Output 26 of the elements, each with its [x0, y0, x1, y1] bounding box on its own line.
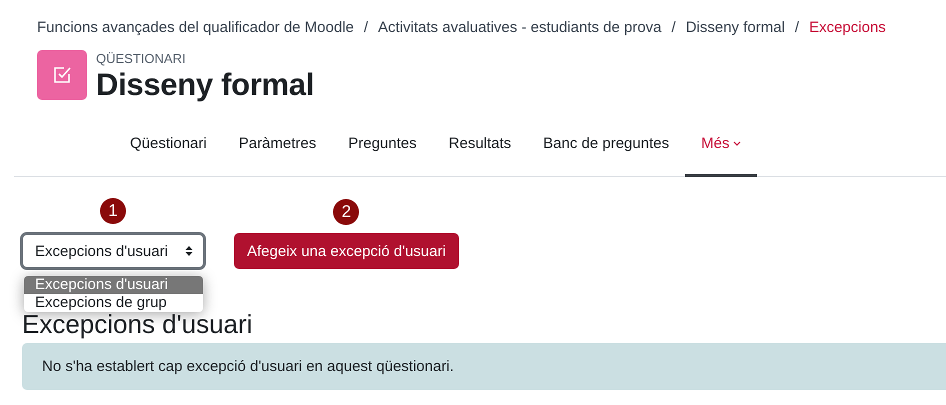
breadcrumb-current[interactable]: Excepcions [809, 18, 886, 36]
activity-type: QÜESTIONARI [96, 51, 187, 67]
dropdown-option[interactable]: Excepcions de grup [24, 294, 203, 312]
select-field[interactable]: Excepcions d'usuari [20, 232, 206, 270]
breadcrumb-link[interactable]: Activitats avaluatives - estudiants de prova [378, 18, 662, 36]
step-marker: 2 [333, 199, 360, 225]
nav-tab[interactable]: Resultats [432, 113, 528, 177]
page-title: Disseny formal [96, 67, 314, 103]
sort-icon [185, 245, 193, 257]
nav-tab[interactable]: Qüestionari [114, 113, 223, 177]
breadcrumb-separator: / [364, 18, 368, 36]
breadcrumb-separator: / [794, 18, 800, 36]
breadcrumb-link[interactable]: Funcions avançades del qualificador de Moodle [37, 18, 354, 36]
dropdown-option[interactable]: Excepcions d'usuari [24, 276, 203, 294]
breadcrumb-link[interactable]: Disseny formal [686, 18, 785, 36]
info-alert: No s'ha establert cap excepció d'usuari en aquest qüestionari. [22, 343, 946, 390]
caret-icon [733, 140, 742, 146]
step-marker: 1 [100, 198, 126, 224]
nav-tab[interactable]: Preguntes [332, 113, 433, 177]
nav-tab[interactable]: Paràmetres [222, 113, 332, 177]
nav-tab[interactable]: Banc de preguntes [527, 113, 686, 177]
nav-tab[interactable]: Més [685, 113, 758, 177]
quiz-icon [37, 50, 87, 100]
breadcrumb-separator: / [672, 18, 676, 36]
section-heading: Excepcions d'usuari [22, 309, 252, 339]
add-exception-button[interactable]: Afegeix una excepció d'usuari [234, 233, 459, 269]
